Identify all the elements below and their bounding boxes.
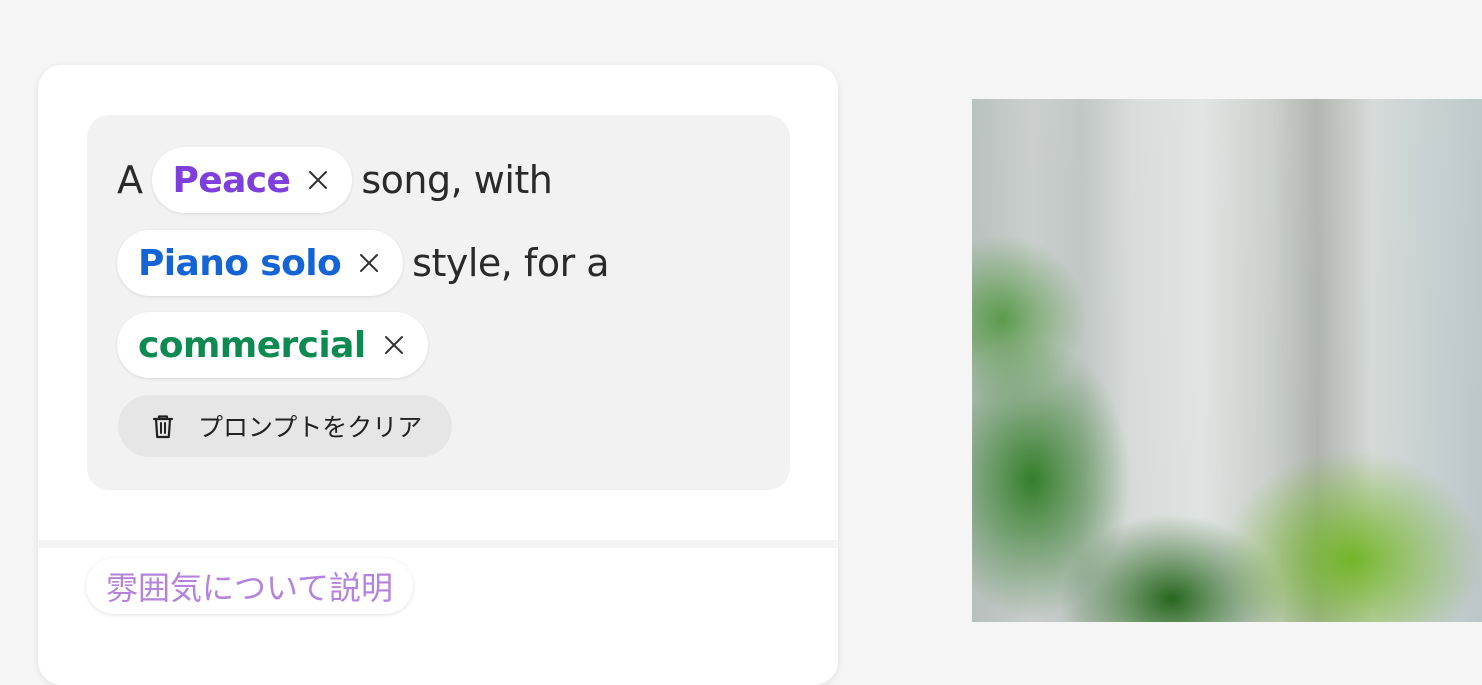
prompt-line-3: commercial — [117, 312, 437, 378]
trash-icon — [148, 411, 178, 441]
mood-tag-chip[interactable]: Peace — [151, 147, 353, 213]
purpose-tag-label: commercial — [138, 324, 366, 366]
prompt-text-style-for-a: style, for a — [412, 241, 610, 285]
prompt-box: A Peace song, with Piano solo style, for… — [87, 115, 790, 490]
preview-image — [972, 99, 1482, 622]
describe-mood-chip[interactable]: 雰囲気について説明 — [86, 558, 414, 614]
section-divider — [38, 540, 838, 548]
purpose-tag-chip[interactable]: commercial — [117, 312, 428, 378]
prompt-line-2: Piano solo style, for a — [117, 230, 610, 296]
genre-tag-chip[interactable]: Piano solo — [117, 230, 404, 296]
prompt-text-song-with: song, with — [361, 158, 553, 202]
genre-tag-label: Piano solo — [138, 242, 342, 284]
close-icon[interactable] — [382, 333, 406, 357]
mood-tag-label: Peace — [172, 159, 291, 201]
clear-prompt-label: プロンプトをクリア — [198, 413, 423, 442]
prompt-text-a: A — [117, 158, 143, 202]
close-icon[interactable] — [357, 251, 381, 275]
close-icon[interactable] — [306, 168, 330, 192]
clear-prompt-button[interactable]: プロンプトをクリア — [118, 395, 453, 457]
prompt-card: A Peace song, with Piano solo style, for… — [38, 65, 838, 685]
prompt-line-1: A Peace song, with — [117, 147, 553, 213]
